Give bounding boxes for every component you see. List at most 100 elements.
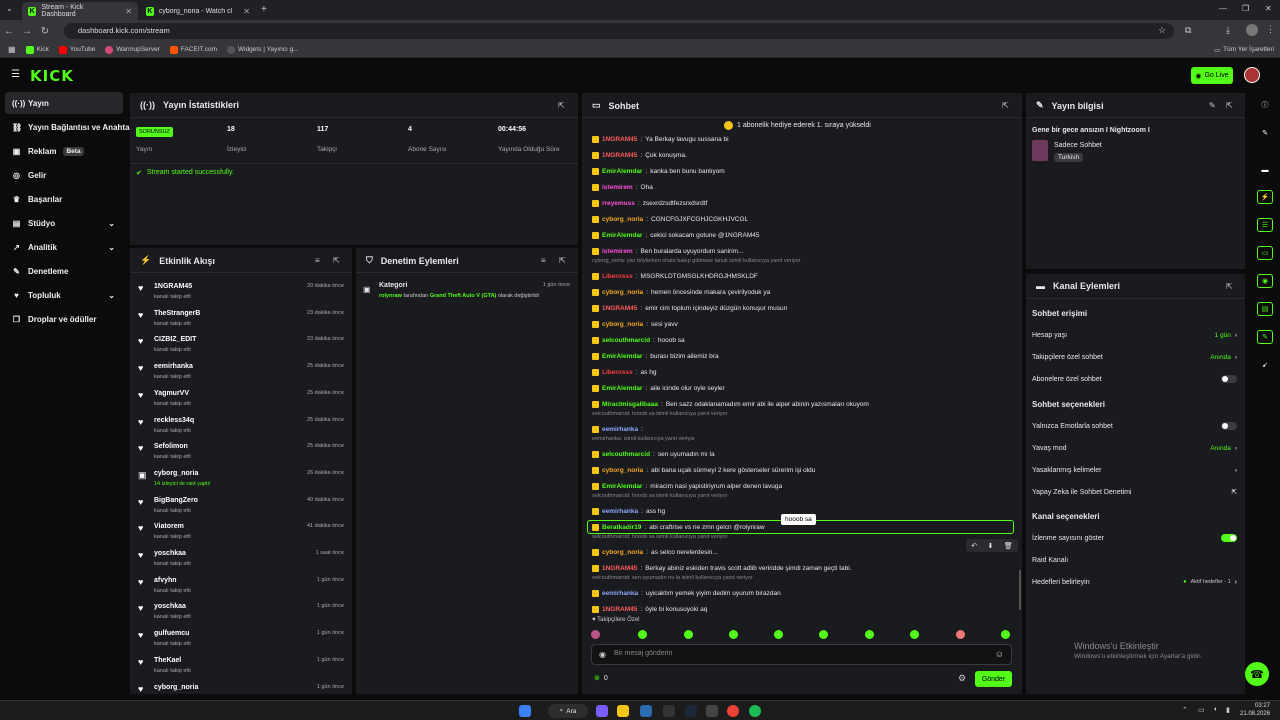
go-live-button[interactable]: ◉ Go Live bbox=[1191, 67, 1233, 84]
setting-account-age[interactable]: Hesap yaşı 1 gün › bbox=[1032, 328, 1237, 342]
activity-item[interactable]: ♥ yoschkaa kanalı takip etti 1 gün önce bbox=[130, 600, 352, 626]
sidebar-item-basarilar[interactable]: ♛ Başarılar bbox=[5, 188, 123, 210]
edit-icon[interactable]: ✎ bbox=[1209, 101, 1216, 110]
url-input[interactable]: dashboard.kick.com/stream bbox=[64, 23, 1174, 39]
extensions-icon[interactable]: ⧉ bbox=[1185, 25, 1191, 36]
chat-username[interactable]: selcouthmarcid bbox=[602, 337, 650, 344]
activity-item[interactable]: ♥ Viatorem kanalı takip etti 41 dakika önce bbox=[130, 520, 352, 546]
steam-icon[interactable] bbox=[685, 705, 697, 717]
popout-icon[interactable]: ⇱ bbox=[1226, 282, 1233, 291]
send-button[interactable]: Gönder bbox=[975, 671, 1012, 687]
filter-icon[interactable]: ≡ bbox=[541, 256, 546, 265]
activity-item[interactable]: ♥ Sefolimon kanalı takip etti 25 dakika önc… bbox=[130, 440, 352, 466]
chat-username[interactable]: cyborg_noria bbox=[602, 321, 643, 328]
chrome-icon[interactable] bbox=[727, 705, 739, 717]
chat-username[interactable]: EmirAlemdar bbox=[602, 168, 642, 175]
list-icon[interactable]: ☰ bbox=[1257, 218, 1273, 232]
edit-icon[interactable]: ✎ bbox=[1257, 126, 1273, 140]
sidebar-item-droplar[interactable]: ❒ Droplar ve ödüller bbox=[5, 308, 123, 330]
info-icon[interactable]: ⓘ bbox=[1257, 98, 1273, 112]
battery-icon[interactable]: ▮ bbox=[1226, 706, 1230, 714]
setting-slow-mode[interactable]: Yavaş mod Anında › bbox=[1032, 441, 1237, 455]
chat-message[interactable]: cyborg_noria: hemen öncesinde makara çevi… bbox=[592, 285, 1017, 299]
app-icon[interactable] bbox=[706, 705, 718, 717]
hamburger-menu-icon[interactable]: ☰ bbox=[11, 69, 20, 80]
chat-username[interactable]: cyborg_noria bbox=[602, 216, 643, 223]
activity-item[interactable]: ♥ BigBangZero kanalı takip etti 40 dakika ö… bbox=[130, 494, 352, 520]
activity-item[interactable]: ♥ yoschkaa kanalı takip etti 1 saat önce bbox=[130, 547, 352, 573]
chat-username[interactable]: rreyemuss bbox=[602, 200, 635, 207]
emote-icon[interactable] bbox=[729, 630, 738, 639]
volume-icon[interactable]: ◖ bbox=[1213, 706, 1217, 713]
clock-time[interactable]: 03:27 bbox=[1244, 703, 1270, 709]
rocket-icon[interactable]: ➹ bbox=[1257, 358, 1273, 372]
channel-icon[interactable]: ▤ bbox=[1257, 302, 1273, 316]
broadcast-icon[interactable]: ◉ bbox=[1257, 274, 1273, 288]
subscribers-only-toggle[interactable] bbox=[1221, 375, 1237, 383]
chat-username[interactable]: selcouthmarcid bbox=[602, 451, 650, 458]
chat-message[interactable]: rreyemuss: zsexrdzsdtfezsrxdsrdtf bbox=[592, 196, 1017, 210]
emote-icon[interactable] bbox=[774, 630, 783, 639]
close-tab-icon[interactable]: ✕ bbox=[125, 7, 132, 16]
setting-goals[interactable]: Hedefleri belirleyin ● Aktif hedefler - 1 › bbox=[1032, 575, 1237, 589]
emote-only-toggle[interactable] bbox=[1221, 422, 1237, 430]
chat-message[interactable]: selcouthmarcid: hooob sa bbox=[592, 333, 1017, 347]
clock-date[interactable]: 21.08.2026 bbox=[1240, 711, 1270, 717]
chat-message[interactable]: Liberosss: as hg bbox=[592, 365, 1017, 379]
chat-username[interactable]: eemirhanka bbox=[602, 426, 638, 433]
activity-item[interactable]: ▣ cyborg_noria 14 izleyici ile raid yaptı!… bbox=[130, 467, 352, 493]
bookmark-item[interactable]: Kick bbox=[25, 45, 49, 54]
sidebar-item-reklam[interactable]: ▣ Reklam Beta bbox=[5, 140, 123, 162]
windows-start-icon[interactable] bbox=[519, 705, 531, 717]
chat-message[interactable]: eemirhanka: uyicaktım yemek yiyim dedim u… bbox=[592, 586, 1017, 600]
new-tab-icon[interactable]: + bbox=[261, 4, 267, 15]
emote-icon[interactable] bbox=[865, 630, 874, 639]
tab-cyborg-noria[interactable]: K cyborg_noria - Watch clips on K ✕ bbox=[140, 2, 256, 20]
activity-item[interactable]: ♥ afvyhn kanalı takip etti 1 gün önce bbox=[130, 574, 352, 600]
chat-message[interactable]: EmirAlemdar: kanka ben bunu banlıyom bbox=[592, 164, 1017, 178]
chat-username[interactable]: Liberosss bbox=[602, 273, 633, 280]
activity-item[interactable]: ♥ 1NGRAM45 kanalı takip etti 20 dakika önce bbox=[130, 280, 352, 306]
chat-username[interactable]: EmirAlemdar bbox=[602, 385, 642, 392]
kick-logo[interactable]: KICK bbox=[30, 67, 74, 85]
setting-ai-moderation[interactable]: Yapay Zeka ile Sohbet Denetimi ⇱ bbox=[1032, 485, 1237, 499]
popout-icon[interactable]: ⇱ bbox=[333, 256, 340, 265]
emote-icon[interactable] bbox=[819, 630, 828, 639]
show-viewers-toggle[interactable] bbox=[1221, 534, 1237, 542]
spotify-icon[interactable] bbox=[749, 705, 761, 717]
sidebar-item-analitik[interactable]: ↗ Analitik ⌄ bbox=[5, 236, 123, 258]
chat-username[interactable]: cyborg_noria bbox=[602, 549, 643, 556]
tab-stream-dashboard[interactable]: K Stream - Kick Dashboard ✕ bbox=[22, 2, 138, 20]
chat-message[interactable]: EmirAlemdar: miracim nasi yapistiriyrum a… bbox=[592, 479, 1017, 493]
bookmark-item[interactable]: YouTube bbox=[58, 45, 95, 54]
all-bookmarks[interactable]: ▭ Tüm Yer İşaretleri bbox=[1214, 46, 1274, 54]
emote-icon[interactable] bbox=[684, 630, 693, 639]
reload-icon[interactable]: ↻ bbox=[36, 26, 54, 37]
sidebar-item-yayin[interactable]: ((·)) Yayın bbox=[5, 92, 123, 114]
chat-username[interactable]: EmirAlemdar bbox=[602, 483, 642, 490]
popout-icon[interactable]: ⇱ bbox=[1002, 101, 1009, 110]
card-icon[interactable]: ▬ bbox=[1257, 163, 1273, 177]
emote-icon[interactable] bbox=[1001, 630, 1010, 639]
chat-message[interactable]: cyborg_noria: CGNCFGJXFCGHJCGKHJVCGL bbox=[592, 212, 1017, 226]
activity-item[interactable]: ♥ CIZBIZ_EDIT kanalı takip etti 23 dakika ö… bbox=[130, 333, 352, 359]
user-avatar[interactable] bbox=[1244, 67, 1260, 83]
activity-item[interactable]: ♥ YagmurVV kanalı takip etti 25 dakika önce bbox=[130, 387, 352, 413]
filter-icon[interactable]: ≡ bbox=[315, 256, 320, 265]
activity-item[interactable]: ♥ gulfuemcu kanalı takip etti 1 gün önce bbox=[130, 627, 352, 653]
chat-username[interactable]: 1NGRAM45 bbox=[602, 565, 637, 572]
chat-username[interactable]: EmirAlemdar bbox=[602, 353, 642, 360]
chat-username[interactable]: eemirhanka bbox=[602, 590, 638, 597]
chat-username[interactable]: 1NGRAM45 bbox=[602, 606, 637, 613]
activity-item[interactable]: ♥ reckless34q kanalı takip etti 25 dakika ö… bbox=[130, 414, 352, 440]
profile-avatar[interactable] bbox=[1246, 24, 1258, 36]
chat-message[interactable]: Miraclmisgalibaaa: Ben sazz odaklanamadım… bbox=[592, 397, 1017, 411]
chat-scrollbar[interactable] bbox=[1019, 570, 1021, 610]
support-chat-icon[interactable]: ☎ bbox=[1245, 662, 1269, 686]
chat-message[interactable]: cyborg_noria: sesi yavv bbox=[592, 317, 1017, 331]
popout-icon[interactable]: ⇱ bbox=[559, 256, 566, 265]
popout-icon[interactable]: ⇱ bbox=[1226, 101, 1233, 110]
chat-username[interactable]: EmirAlemdar bbox=[602, 232, 642, 239]
chat-message[interactable]: selcouthmarcid: sen uyumadın mı la bbox=[592, 447, 1017, 461]
setting-followers-only[interactable]: Takipçilere özel sohbet Anında › bbox=[1032, 350, 1237, 364]
